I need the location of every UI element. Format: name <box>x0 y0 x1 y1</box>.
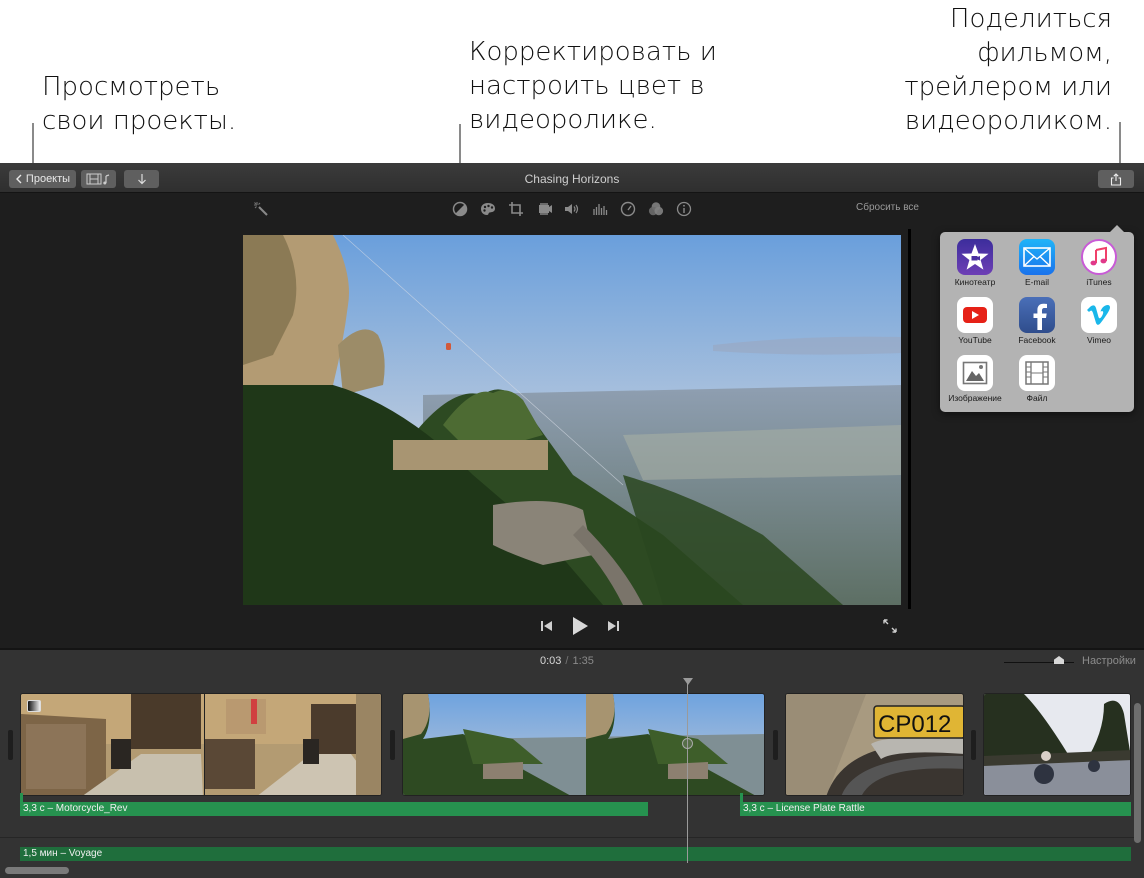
mountain-road-clip[interactable] <box>402 693 765 796</box>
file-film-icon <box>1019 355 1055 391</box>
equalizer-icon[interactable] <box>590 199 610 219</box>
download-arrow-icon <box>137 174 146 185</box>
clip-gap-handle[interactable] <box>390 730 395 760</box>
toolbar: Проекты Chasing Horizons <box>0 163 1144 193</box>
clip-gap-handle[interactable] <box>8 730 13 760</box>
share-theater[interactable]: Кинотеатр <box>944 239 1006 295</box>
skip-forward-icon <box>608 621 619 631</box>
plate-text: CP012 <box>878 711 951 738</box>
viewer-edge <box>908 229 911 609</box>
filter-icon[interactable] <box>646 199 666 219</box>
current-time: 0:03 <box>540 655 562 667</box>
total-time: 1:35 <box>572 655 594 667</box>
vertical-scrollbar[interactable] <box>1134 703 1141 843</box>
mail-icon <box>1019 239 1055 275</box>
itunes-icon <box>1081 239 1117 275</box>
play-icon <box>573 617 588 635</box>
landscape-frame <box>243 235 901 605</box>
clip-gap-handle[interactable] <box>773 730 778 760</box>
skip-back-icon <box>541 621 552 631</box>
facebook-icon <box>1019 297 1055 333</box>
media-browser-button[interactable] <box>81 170 116 188</box>
youtube-icon <box>957 297 993 333</box>
color-palette-icon[interactable] <box>478 199 498 219</box>
share-facebook[interactable]: Facebook <box>1006 297 1068 353</box>
timeline-header: 0:03/1:35 Настройки <box>0 648 1144 673</box>
share-image[interactable]: Изображение <box>944 355 1006 411</box>
fullscreen-button[interactable] <box>880 614 900 638</box>
film-music-icon <box>86 173 109 185</box>
volume-icon[interactable] <box>562 199 582 219</box>
share-youtube[interactable]: YouTube <box>944 297 1006 353</box>
playhead-marker[interactable] <box>683 678 693 685</box>
crop-icon[interactable] <box>506 199 526 219</box>
timeline: CP012 3,3 с – Motorcycle_Rev 3,3 с – Lic… <box>0 673 1144 878</box>
fullscreen-icon <box>883 619 897 633</box>
timeline-settings-button[interactable]: Настройки <box>1082 655 1136 667</box>
image-icon <box>957 355 993 391</box>
skip-back-button[interactable] <box>538 614 556 638</box>
timecode: 0:03/1:35 <box>540 655 594 667</box>
share-email[interactable]: E-mail <box>1006 239 1068 295</box>
village-motorcycle-clip[interactable] <box>20 693 382 796</box>
skip-forward-button[interactable] <box>604 614 622 638</box>
stabilization-camera-icon[interactable] <box>534 199 554 219</box>
playhead[interactable] <box>687 681 688 863</box>
horizontal-scrollbar[interactable] <box>5 867 69 874</box>
chevron-left-icon <box>15 174 22 184</box>
play-button[interactable] <box>568 614 592 638</box>
projects-button[interactable]: Проекты <box>9 170 76 188</box>
clip-thumbnail <box>984 694 1130 795</box>
share-popover: Кинотеатр E-mail iTunes YouTube Facebook… <box>940 225 1134 412</box>
riders-road-clip[interactable] <box>983 693 1131 796</box>
skimmer-knob[interactable] <box>682 738 693 749</box>
share-itunes[interactable]: iTunes <box>1068 239 1130 295</box>
magic-wand-icon[interactable] <box>251 199 271 219</box>
clip-thumbnail <box>21 694 381 795</box>
audio-clip-motorcycle-rev[interactable]: 3,3 с – Motorcycle_Rev <box>20 802 648 816</box>
clip-thumbnail <box>403 694 764 795</box>
theater-icon <box>957 239 993 275</box>
projects-button-label: Проекты <box>25 173 71 185</box>
share-vimeo[interactable]: Vimeo <box>1068 297 1130 353</box>
info-icon[interactable] <box>674 199 694 219</box>
callout-color: Корректировать и настроить цвет в видеор… <box>469 37 717 135</box>
share-button[interactable] <box>1098 170 1134 188</box>
import-button[interactable] <box>124 170 159 188</box>
viewer: Сбросить все Кинотеатр E-mail iTunes You… <box>0 194 1144 648</box>
audio-clip-license-plate-rattle[interactable]: 3,3 с – License Plate Rattle <box>740 802 1131 816</box>
project-title: Chasing Horizons <box>524 172 620 186</box>
imovie-window: Проекты Chasing Horizons Сбросить все Ки… <box>0 163 1144 878</box>
reset-all-button[interactable]: Сбросить все <box>856 202 919 213</box>
speed-gauge-icon[interactable] <box>618 199 638 219</box>
share-icon <box>1110 172 1122 186</box>
music-well-divider <box>0 837 1134 838</box>
clip-thumbnail: CP012 <box>786 694 963 795</box>
color-balance-icon[interactable] <box>450 199 470 219</box>
share-file[interactable]: Файл <box>1006 355 1068 411</box>
timeline-zoom-slider[interactable] <box>1004 656 1074 664</box>
callout-share: Поделиться фильмом, трейлером или видеор… <box>904 4 1112 136</box>
callout-projects-line <box>32 123 34 167</box>
video-preview <box>243 235 901 605</box>
vimeo-icon <box>1081 297 1117 333</box>
music-clip-voyage[interactable]: 1,5 мин – Voyage <box>20 847 1131 861</box>
clip-color-badge-icon <box>27 700 41 712</box>
adjustments-bar: Сбросить все <box>0 194 1144 222</box>
clip-gap-handle[interactable] <box>971 730 976 760</box>
license-plate-clip[interactable]: CP012 <box>785 693 964 796</box>
slider-thumb[interactable] <box>1054 656 1064 664</box>
callout-projects: Просмотреть свои проекты. <box>42 72 237 136</box>
